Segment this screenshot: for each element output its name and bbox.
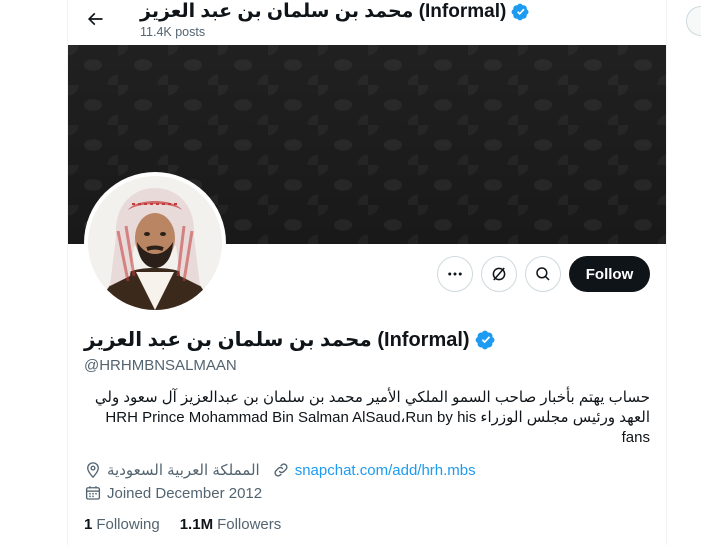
more-horizontal-icon <box>446 265 464 283</box>
profile-handle: @HRHMBNSALMAAN <box>84 357 237 374</box>
joined-item: Joined December 2012 <box>84 484 262 502</box>
following-label: Following <box>96 516 160 533</box>
header-title: محمد بن سلمان بن عبد العزيز (Informal) <box>140 0 529 23</box>
follow-stats: 1 Following 1.1M Followers <box>84 516 301 533</box>
following-link[interactable]: 1 Following <box>84 516 160 533</box>
search-profile-button[interactable] <box>525 256 561 292</box>
profile-name: محمد بن سلمان بن عبد العزيز (Informal) <box>84 327 495 352</box>
joined-text: Joined December 2012 <box>107 484 263 502</box>
posts-count: 11.4K posts <box>140 25 206 39</box>
column-border-right <box>666 0 667 545</box>
followers-link[interactable]: 1.1M Followers <box>180 516 282 533</box>
location-text: المملكة العربية السعودية <box>107 462 260 479</box>
link-icon <box>272 461 290 479</box>
joined-row: Joined December 2012 <box>84 484 262 502</box>
follow-button[interactable]: Follow <box>569 256 650 292</box>
sidebar-widget-edge[interactable] <box>686 6 701 36</box>
display-name: محمد بن سلمان بن عبد العزيز (Informal) <box>84 329 470 351</box>
bio-line: fans <box>621 429 650 446</box>
avatar-image <box>88 176 222 310</box>
avatar[interactable] <box>84 172 226 314</box>
followers-label: Followers <box>217 516 282 533</box>
header-title-text: محمد بن سلمان بن عبد العزيز (Informal) <box>140 1 507 22</box>
back-button[interactable] <box>80 4 110 34</box>
grok-analyze-button[interactable] <box>481 256 517 292</box>
following-count: 1 <box>84 516 93 533</box>
location-item: المملكة العربية السعودية <box>84 461 260 479</box>
grok-icon <box>490 265 508 283</box>
website-link[interactable]: snapchat.com/add/hrh.mbs <box>295 462 476 479</box>
profile-meta-row: المملكة العربية السعودية snapchat.com/ad… <box>84 461 476 479</box>
profile-bio: حساب يهتم بأخبار صاحب السمو الملكي الأمي… <box>84 388 650 448</box>
more-options-button[interactable] <box>437 256 473 292</box>
followers-count: 1.1M <box>179 516 214 533</box>
arrow-left-icon <box>85 9 105 29</box>
verified-badge-icon[interactable] <box>475 330 495 350</box>
calendar-icon <box>84 484 102 502</box>
profile-header: محمد بن سلمان بن عبد العزيز (Informal) 1… <box>68 0 666 45</box>
location-pin-icon <box>84 461 102 479</box>
website-item[interactable]: snapchat.com/add/hrh.mbs <box>272 461 476 479</box>
verified-badge-icon[interactable] <box>511 3 529 21</box>
bio-line: العهد ورئيس مجلس الوزراء HRH Prince Moha… <box>105 409 650 426</box>
search-icon <box>534 265 552 283</box>
bio-line: حساب يهتم بأخبار صاحب السمو الملكي الأمي… <box>94 389 650 406</box>
